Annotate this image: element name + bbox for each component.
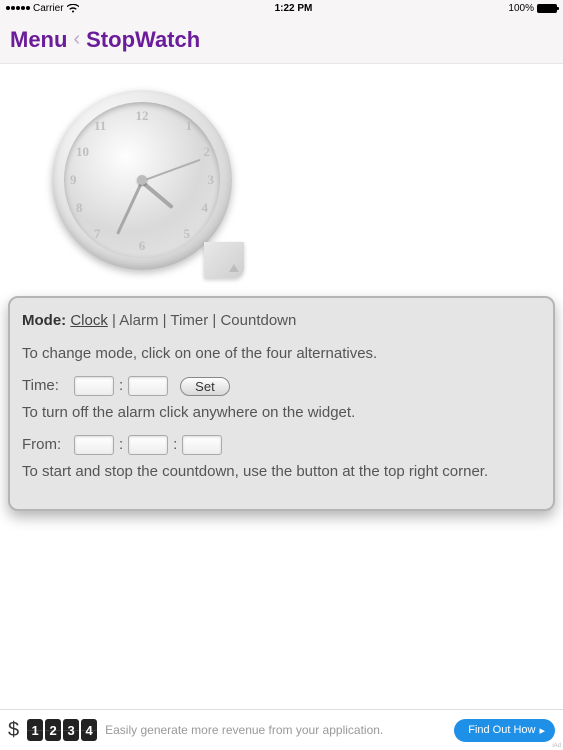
clock-num: 2: [204, 144, 211, 160]
from-sep: :: [118, 434, 124, 457]
clock-center-icon: [137, 175, 147, 185]
ad-text: Easily generate more revenue from your a…: [105, 723, 446, 737]
battery-pct: 100%: [508, 3, 534, 14]
statusbar-time: 1:22 PM: [275, 3, 313, 14]
chevron-right-icon: ▸: [539, 724, 545, 737]
iad-tag: iAd: [552, 743, 561, 749]
time-minutes-input[interactable]: [128, 376, 168, 396]
from-sep2: :: [172, 434, 178, 457]
carrier-label: Carrier: [33, 3, 64, 14]
from-seconds-input[interactable]: [182, 435, 222, 455]
alarm-hint: To turn off the alarm click anywhere on …: [22, 402, 541, 425]
ad-banner[interactable]: $ 1 2 3 4 Easily generate more revenue f…: [0, 709, 563, 750]
counter-digit: 3: [63, 719, 79, 741]
page-title: StopWatch: [86, 27, 200, 53]
mode-option-alarm[interactable]: Alarm: [119, 312, 158, 329]
mode-option-countdown[interactable]: Countdown: [220, 312, 296, 329]
status-bar: Carrier 1:22 PM 100%: [0, 0, 563, 16]
clock-num: 7: [94, 226, 101, 242]
time-hours-input[interactable]: [74, 376, 114, 396]
clock-num: 8: [76, 200, 83, 216]
countdown-hint: To start and stop the countdown, use the…: [22, 461, 541, 484]
time-sep: :: [118, 375, 124, 398]
mode-line: Mode: Clock | Alarm | Timer | Countdown: [22, 310, 541, 333]
counter-digit: 1: [27, 719, 43, 741]
clock-resize-handle[interactable]: [204, 242, 244, 278]
from-hours-input[interactable]: [74, 435, 114, 455]
mode-label: Mode:: [22, 312, 66, 329]
set-button[interactable]: Set: [180, 377, 230, 396]
minute-hand: [116, 181, 143, 235]
signal-dots-icon: [6, 6, 30, 10]
clock-num: 6: [139, 238, 146, 254]
hour-hand: [141, 180, 174, 209]
clock-widget[interactable]: 12 1 2 3 4 5 6 7 8 9 10 11: [52, 90, 242, 280]
mode-option-clock[interactable]: Clock: [70, 312, 108, 329]
clock-num: 11: [94, 118, 106, 134]
from-minutes-input[interactable]: [128, 435, 168, 455]
clock-face: 12 1 2 3 4 5 6 7 8 9 10 11: [64, 102, 220, 258]
clock-num: 10: [76, 144, 89, 160]
wifi-icon: [67, 4, 79, 13]
time-label: Time:: [22, 375, 70, 398]
settings-panel: Mode: Clock | Alarm | Timer | Countdown …: [8, 296, 555, 511]
second-hand: [142, 159, 201, 182]
clock-num: 4: [202, 200, 209, 216]
clock-num: 3: [208, 172, 215, 188]
clock-num: 1: [186, 118, 193, 134]
counter-digits: 1 2 3 4: [27, 719, 97, 741]
chevron-left-icon: ‹: [73, 28, 80, 51]
mode-option-timer[interactable]: Timer: [170, 312, 208, 329]
clock-num: 9: [70, 172, 77, 188]
ad-cta-label: Find Out How: [468, 724, 535, 736]
clock-num: 12: [136, 108, 149, 124]
dollar-icon: $: [8, 719, 19, 742]
triangle-up-icon: [228, 262, 240, 274]
from-row: From: : :: [22, 434, 541, 457]
ad-cta-button[interactable]: Find Out How ▸: [454, 719, 555, 742]
menu-button[interactable]: Menu: [10, 27, 67, 53]
counter-digit: 4: [81, 719, 97, 741]
nav-bar: Menu ‹ StopWatch: [0, 16, 563, 64]
mode-hint: To change mode, click on one of the four…: [22, 343, 541, 366]
battery-icon: [537, 4, 557, 13]
clock-num: 5: [184, 226, 191, 242]
counter-digit: 2: [45, 719, 61, 741]
from-label: From:: [22, 434, 70, 457]
time-row: Time: : Set: [22, 375, 541, 398]
